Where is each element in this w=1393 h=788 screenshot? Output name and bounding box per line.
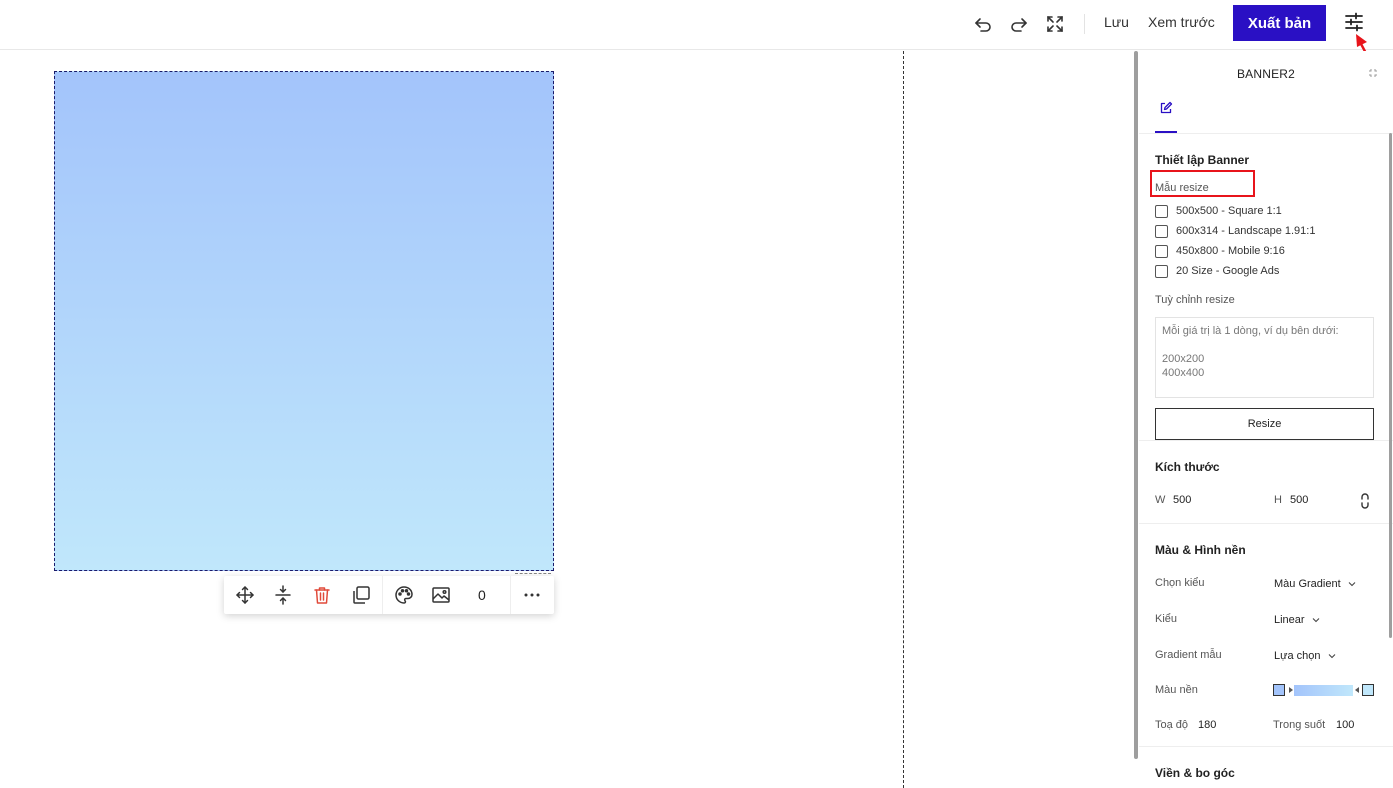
preset-label: 450x800 - Mobile 9:16 <box>1176 245 1285 257</box>
more-options-icon[interactable] <box>521 584 543 606</box>
element-toolbar: 0 <box>224 576 554 614</box>
opacity-input[interactable]: 100 <box>1336 719 1354 731</box>
checkbox[interactable] <box>1155 264 1168 278</box>
settings-sliders-icon[interactable] <box>1343 11 1365 33</box>
toolbar-separator <box>510 576 511 614</box>
save-button[interactable]: Lưu <box>1104 14 1129 30</box>
publish-button[interactable]: Xuất bản <box>1233 5 1326 41</box>
panel-title: BANNER2 <box>1236 67 1296 81</box>
preview-button[interactable]: Xem trước <box>1148 14 1215 30</box>
edit-icon <box>1160 101 1173 114</box>
section-divider <box>1139 746 1393 747</box>
move-icon[interactable] <box>234 584 256 606</box>
panel-scrollbar[interactable] <box>1389 133 1392 638</box>
toolbar-separator <box>382 576 383 614</box>
gradient-color-picker[interactable] <box>1273 683 1375 697</box>
style-label: Kiểu <box>1155 613 1178 625</box>
preset-option[interactable]: 500x500 - Square 1:1 <box>1155 204 1282 218</box>
align-vertical-icon[interactable] <box>272 584 294 606</box>
fullscreen-icon[interactable] <box>1043 12 1067 36</box>
collapse-icon[interactable] <box>1367 67 1379 79</box>
type-value: Màu Gradient <box>1274 578 1341 590</box>
style-dropdown[interactable]: Linear <box>1274 612 1321 628</box>
section-divider <box>1139 523 1393 524</box>
tab-edit[interactable] <box>1155 99 1177 133</box>
checkbox[interactable] <box>1155 244 1168 258</box>
style-value: Linear <box>1274 614 1305 626</box>
angle-input[interactable]: 180 <box>1198 719 1216 731</box>
background-title: Màu & Hình nền <box>1155 543 1246 557</box>
properties-panel: BANNER2 Thiết lập Banner Mẫu resize 500x… <box>1139 51 1393 788</box>
preset-label: 20 Size - Google Ads <box>1176 265 1280 277</box>
chevron-down-icon <box>1328 654 1335 659</box>
chevron-down-icon <box>1312 618 1319 623</box>
gradient-stop-marker[interactable] <box>1289 687 1293 693</box>
preset-option[interactable]: 20 Size - Google Ads <box>1155 264 1279 278</box>
toolbar-separator <box>1084 14 1085 34</box>
preset-option[interactable]: 600x314 - Landscape 1.91:1 <box>1155 224 1315 238</box>
delete-icon[interactable] <box>311 584 333 606</box>
width-input[interactable]: 500 <box>1173 494 1191 506</box>
banner-artboard[interactable] <box>54 71 554 571</box>
palette-icon[interactable] <box>393 584 415 606</box>
border-title: Viền & bo góc <box>1155 766 1235 780</box>
opacity-label: Trong suốt <box>1273 719 1326 731</box>
type-label: Chọn kiểu <box>1155 577 1205 589</box>
undo-icon[interactable] <box>971 12 995 36</box>
gradient-end-swatch[interactable] <box>1362 684 1374 696</box>
guide-line <box>903 51 904 788</box>
height-input[interactable]: 500 <box>1290 494 1308 506</box>
checkbox[interactable] <box>1155 204 1168 218</box>
gradient-bar[interactable] <box>1294 685 1353 696</box>
type-dropdown[interactable]: Màu Gradient <box>1274 576 1357 592</box>
custom-resize-label: Tuỳ chỉnh resize <box>1155 294 1235 306</box>
bg-color-label: Màu nền <box>1155 684 1198 696</box>
gradient-preset-label: Gradient mẫu <box>1155 649 1222 661</box>
chevron-down-icon <box>1348 582 1356 587</box>
size-title: Kích thước <box>1155 460 1220 474</box>
checkbox[interactable] <box>1155 224 1168 238</box>
angle-label: Toạ độ <box>1155 719 1189 731</box>
gradient-preset-value: Lựa chọn <box>1274 650 1321 662</box>
panel-scrollbar[interactable] <box>1134 51 1138 759</box>
banner-settings-title: Thiết lập Banner <box>1155 153 1250 167</box>
presets-label: Mẫu resize <box>1155 182 1209 194</box>
gradient-start-swatch[interactable] <box>1273 684 1285 696</box>
link-ratio-icon[interactable] <box>1359 492 1371 510</box>
width-label: W <box>1155 494 1166 506</box>
image-icon[interactable] <box>430 584 452 606</box>
layer-count: 0 <box>478 587 486 603</box>
preset-label: 500x500 - Square 1:1 <box>1176 205 1282 217</box>
height-label: H <box>1274 494 1282 506</box>
preset-option[interactable]: 450x800 - Mobile 9:16 <box>1155 244 1285 258</box>
resize-button[interactable]: Resize <box>1155 408 1374 440</box>
gradient-stop-marker[interactable] <box>1355 687 1359 693</box>
top-toolbar: Lưu Xem trước Xuất bản <box>0 0 1393 50</box>
section-divider <box>1139 440 1393 441</box>
gradient-preset-dropdown[interactable]: Lựa chọn <box>1274 648 1337 664</box>
custom-resize-input[interactable]: Mỗi giá trị là 1 dòng, ví dụ bên dưới: 2… <box>1155 317 1374 398</box>
preset-label: 600x314 - Landscape 1.91:1 <box>1176 225 1316 237</box>
redo-icon[interactable] <box>1007 12 1031 36</box>
tab-divider <box>1139 133 1393 134</box>
duplicate-icon[interactable] <box>350 584 372 606</box>
